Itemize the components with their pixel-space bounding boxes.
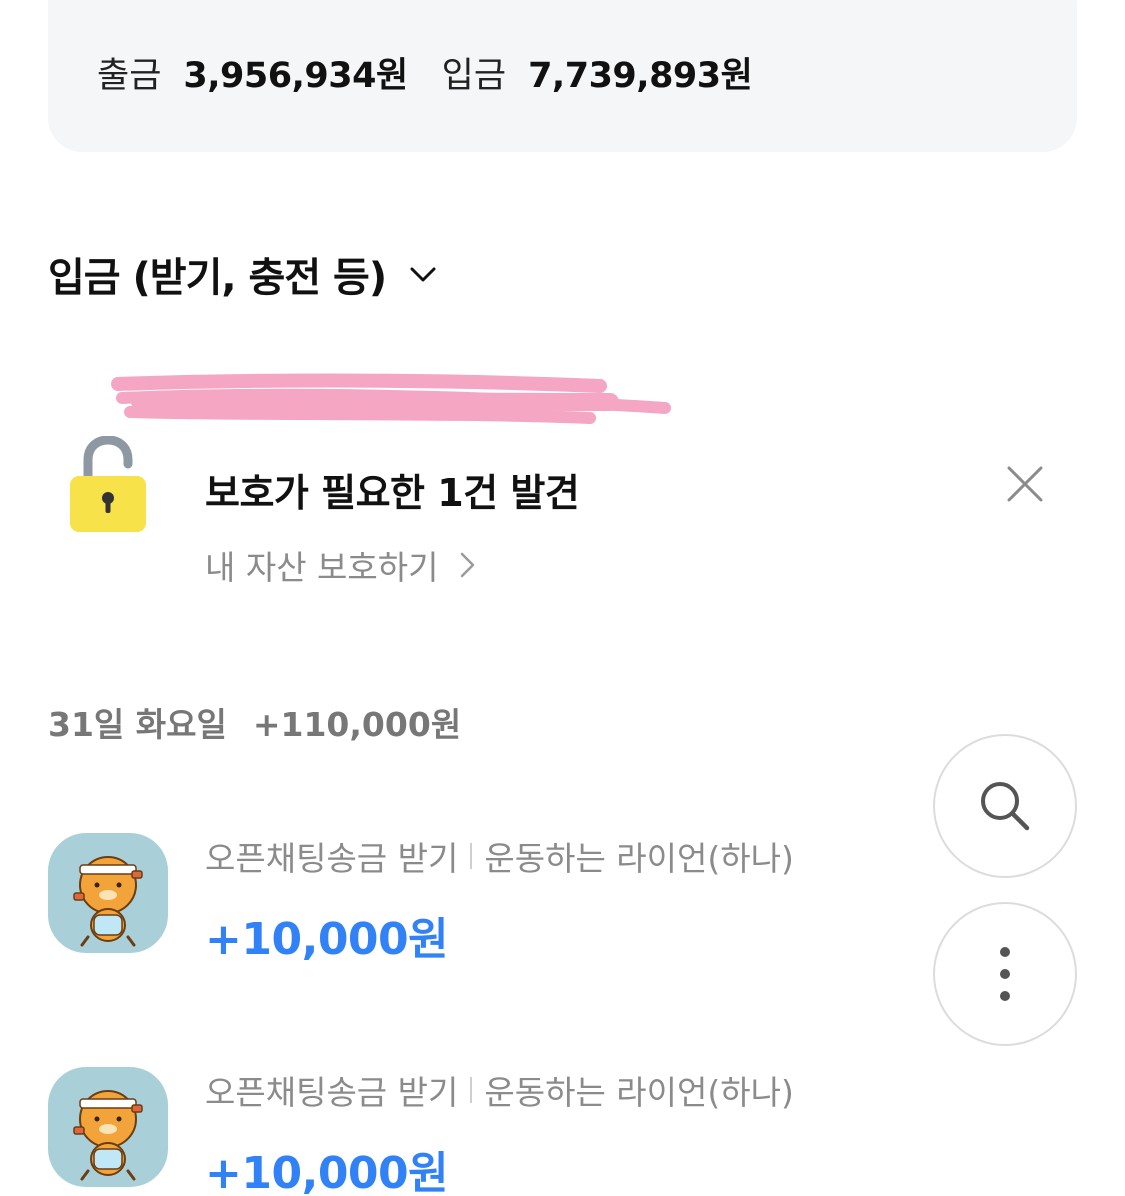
transaction-row[interactable]: 오픈채팅송금 받기 운동하는 라이언(하나) +10,000원 (48, 833, 928, 973)
withdraw-label: 출금 (97, 55, 162, 96)
transaction-description: 오픈채팅송금 받기 운동하는 라이언(하나) (205, 833, 794, 879)
transaction-row[interactable]: 오픈채팅송금 받기 운동하는 라이언(하나) +10,000원 (48, 1067, 928, 1196)
search-button[interactable] (933, 734, 1077, 878)
date-group-header: 31일 화요일 +110,000원 (48, 698, 461, 746)
divider (470, 843, 473, 869)
more-vertical-icon (1000, 947, 1010, 1001)
more-options-button[interactable] (933, 902, 1077, 1046)
transaction-type: 오픈채팅송금 받기 (205, 839, 459, 878)
divider (470, 1077, 473, 1103)
search-icon (981, 782, 1030, 831)
transaction-amount: +10,000원 (205, 1148, 449, 1196)
filter-dropdown[interactable]: 입금 (받기, 충전 등) (48, 244, 438, 304)
withdraw-amount: 3,956,934원 (183, 55, 408, 96)
transaction-history-screen: 출금 3,956,934원 입금 7,739,893원 입금 (받기, 충전 등… (0, 0, 1125, 1196)
protection-title: 보호가 필요한 1건 발견 (205, 471, 580, 515)
transaction-counterparty: 운동하는 라이언(하나) (484, 839, 794, 878)
date-total: +110,000원 (252, 705, 462, 744)
redaction-mark (111, 373, 671, 424)
transaction-amount: +10,000원 (205, 914, 449, 965)
protect-assets-label: 내 자산 보호하기 (205, 548, 439, 587)
unlocked-padlock-icon (70, 436, 146, 532)
protect-assets-link[interactable]: 내 자산 보호하기 (205, 542, 479, 588)
deposit-amount: 7,739,893원 (528, 55, 753, 96)
summary-row: 출금 3,956,934원 입금 7,739,893원 (97, 48, 753, 96)
deposit-label: 입금 (441, 55, 507, 96)
transaction-type: 오픈채팅송금 받기 (205, 1073, 459, 1112)
avatar (48, 833, 168, 953)
transaction-counterparty: 운동하는 라이언(하나) (484, 1073, 794, 1112)
transaction-description: 오픈채팅송금 받기 운동하는 라이언(하나) (205, 1067, 794, 1113)
filter-label: 입금 (받기, 충전 등) (48, 255, 387, 301)
ryan-character-avatar (73, 1090, 143, 1181)
ryan-character-avatar (73, 856, 143, 947)
chevron-right-icon (460, 552, 474, 578)
avatar (48, 1067, 168, 1187)
chevron-down-icon (410, 267, 436, 282)
close-icon[interactable] (1003, 462, 1047, 506)
date-label: 31일 화요일 (48, 705, 227, 744)
